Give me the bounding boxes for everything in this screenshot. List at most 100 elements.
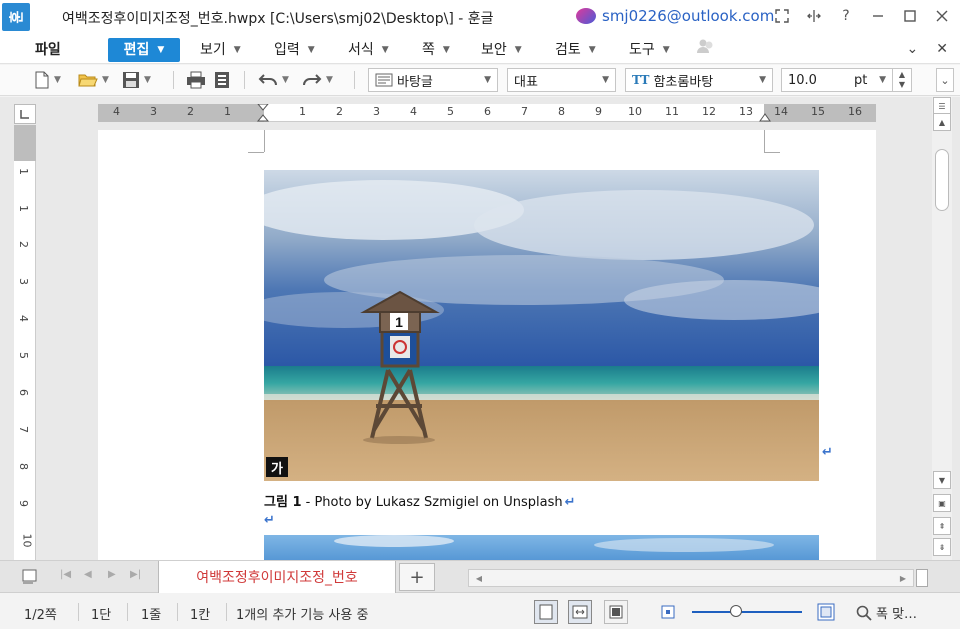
save-button[interactable]: ▼ <box>122 69 151 91</box>
crop-mark <box>264 130 265 152</box>
zoom-in-icon[interactable] <box>817 603 835 625</box>
vertical-scrollbar[interactable]: ☰ ▲ ▼ ▣ ⇞ ⇟ <box>932 97 952 560</box>
fit-width-button[interactable] <box>568 600 592 624</box>
prev-page-icon[interactable]: ⇞ <box>933 517 951 535</box>
tab-document[interactable]: 여백조정후이미지조정_번호 <box>158 561 396 593</box>
resize-icon[interactable] <box>806 6 822 26</box>
double-chevron-down-icon: ⌄ <box>940 73 950 87</box>
document-workspace[interactable]: 4 3 2 1 1 2 3 4 5 6 7 8 9 10 11 12 13 14… <box>0 97 960 560</box>
status-addons[interactable]: 1개의 추가 기능 사용 중 <box>236 604 368 623</box>
toolbar-expand-button[interactable]: ⌄ <box>936 68 954 92</box>
paragraph-style-icon <box>375 73 393 87</box>
full-view-button[interactable] <box>604 600 628 624</box>
ruler-number: 15 <box>811 105 825 118</box>
collab-icon[interactable] <box>696 38 716 62</box>
chevron-down-icon[interactable]: ⌄ <box>907 41 919 57</box>
split-view-handle[interactable] <box>916 569 928 587</box>
preview-button[interactable] <box>214 69 230 91</box>
add-tab-button[interactable]: + <box>399 563 435 591</box>
right-indent-marker-icon[interactable] <box>758 112 772 122</box>
undo-button[interactable]: ▼ <box>258 69 289 91</box>
menu-input[interactable]: 입력 ▼ <box>274 38 315 62</box>
menu-review[interactable]: 검토 ▼ <box>555 38 596 62</box>
scroll-left-icon[interactable]: ◀ <box>471 571 487 585</box>
chevron-down-icon: ▼ <box>759 75 766 85</box>
chevron-down-icon[interactable]: ▼ <box>899 80 905 90</box>
prev-tab-icon[interactable]: ◀ <box>84 569 92 580</box>
scroll-up-icon[interactable]: ▲ <box>933 113 951 131</box>
indent-marker-icon[interactable] <box>256 104 270 122</box>
status-page[interactable]: 1/2쪽 <box>24 604 57 623</box>
ruler-number: 16 <box>848 105 862 118</box>
redo-button[interactable]: ▼ <box>302 69 333 91</box>
zoom-slider-thumb[interactable] <box>730 605 742 617</box>
scroll-down-icon[interactable]: ▼ <box>933 471 951 489</box>
open-button[interactable]: ▼ <box>78 69 109 91</box>
scroll-right-icon[interactable]: ▶ <box>895 571 911 585</box>
next-page-icon[interactable]: ⇟ <box>933 538 951 556</box>
vertical-ruler[interactable]: 1 1 2 3 4 5 6 7 8 9 10 <box>14 125 36 560</box>
zoom-menu[interactable]: 폭 맞… <box>856 603 917 622</box>
chevron-down-icon: ▼ <box>662 45 670 55</box>
ruler-corner[interactable] <box>14 104 36 124</box>
status-bar: 1/2쪽 1단 1줄 1칸 1개의 추가 기능 사용 중 폭 맞… <box>0 594 960 629</box>
scroll-thumb[interactable] <box>935 149 949 211</box>
menu-file[interactable]: 파일 <box>35 38 61 62</box>
zoom-slider[interactable] <box>692 611 802 613</box>
next-tab-icon[interactable]: ▶ <box>108 569 116 580</box>
window-controls: ? <box>774 6 950 26</box>
second-photo[interactable] <box>264 535 819 560</box>
account-email[interactable]: smj0226@outlook.com <box>602 7 774 25</box>
ruler-number: 5 <box>447 105 454 118</box>
menu-edit[interactable]: 편집 ▼ <box>108 38 180 62</box>
zoom-out-icon[interactable] <box>661 605 675 623</box>
font-dropdown[interactable]: TT 함초롬바탕 ▼ <box>625 68 773 92</box>
paragraph-mark: ↵ <box>822 445 833 460</box>
new-document-button[interactable]: ▼ <box>34 69 61 91</box>
help-icon[interactable]: ? <box>838 6 854 26</box>
chevron-down-icon: ▼ <box>233 45 241 55</box>
chevron-up-icon[interactable]: ▲ <box>899 70 905 80</box>
maximize-icon[interactable] <box>902 6 918 26</box>
language-dropdown[interactable]: 대표 ▼ <box>507 68 616 92</box>
print-button[interactable] <box>186 69 206 91</box>
ruler-number: 13 <box>739 105 753 118</box>
close-icon[interactable] <box>934 6 950 26</box>
save-icon <box>123 72 139 88</box>
chevron-down-icon: ▼ <box>157 45 165 55</box>
menu-format[interactable]: 서식 ▼ <box>348 38 389 62</box>
tab-list-icon[interactable] <box>22 569 38 589</box>
menu-page[interactable]: 쪽 ▼ <box>422 38 450 62</box>
style-dropdown[interactable]: 바탕글 ▼ <box>368 68 498 92</box>
menu-view[interactable]: 보기 ▼ <box>200 38 241 62</box>
window-title: 여백조정후이미지조정_번호.hwpx [C:\Users\smj02\Deskt… <box>62 11 494 27</box>
minimize-icon[interactable] <box>870 6 886 26</box>
chevron-down-icon: ▼ <box>54 75 61 85</box>
print-icon <box>187 71 205 89</box>
account[interactable]: smj0226@outlook.com <box>576 7 774 25</box>
caption-label: 그림 1 <box>264 495 302 510</box>
close-doc-icon[interactable]: ✕ <box>936 41 948 57</box>
horizontal-ruler[interactable]: 4 3 2 1 1 2 3 4 5 6 7 8 9 10 11 12 13 14… <box>98 104 876 122</box>
ruler-number: 3 <box>150 105 157 118</box>
menu-security[interactable]: 보안 ▼ <box>481 38 522 62</box>
truetype-font-icon: TT <box>632 73 650 87</box>
beach-lifeguard-photo[interactable]: 1 가 <box>264 170 819 481</box>
figure-caption[interactable]: 그림 1 - Photo by Lukasz Szmigiel on Unspl… <box>264 491 576 510</box>
fit-width-icon <box>572 605 588 619</box>
app-logo[interactable]: 훈 <box>2 3 30 31</box>
font-size-dropdown[interactable]: 10.0 pt ▼ <box>781 68 893 92</box>
fullscreen-icon[interactable] <box>774 6 790 26</box>
ruler-number: 6 <box>484 105 491 118</box>
status-divider <box>177 603 178 621</box>
horizontal-scrollbar[interactable]: ◀ ▶ <box>468 569 914 587</box>
page-view-button[interactable] <box>534 600 558 624</box>
image-caption-badge[interactable]: 가 <box>266 457 288 477</box>
font-size-stepper[interactable]: ▲ ▼ <box>892 68 912 92</box>
last-tab-icon[interactable]: ▶| <box>130 569 141 580</box>
select-object-icon[interactable]: ▣ <box>933 494 951 512</box>
font-size-value[interactable]: 10.0 <box>788 73 817 88</box>
first-tab-icon[interactable]: |◀ <box>60 569 71 580</box>
menu-tools[interactable]: 도구 ▼ <box>629 38 670 62</box>
document-page[interactable]: 1 가 ↵ 그림 1 - Photo by Lukasz Szmigiel on… <box>98 130 876 560</box>
